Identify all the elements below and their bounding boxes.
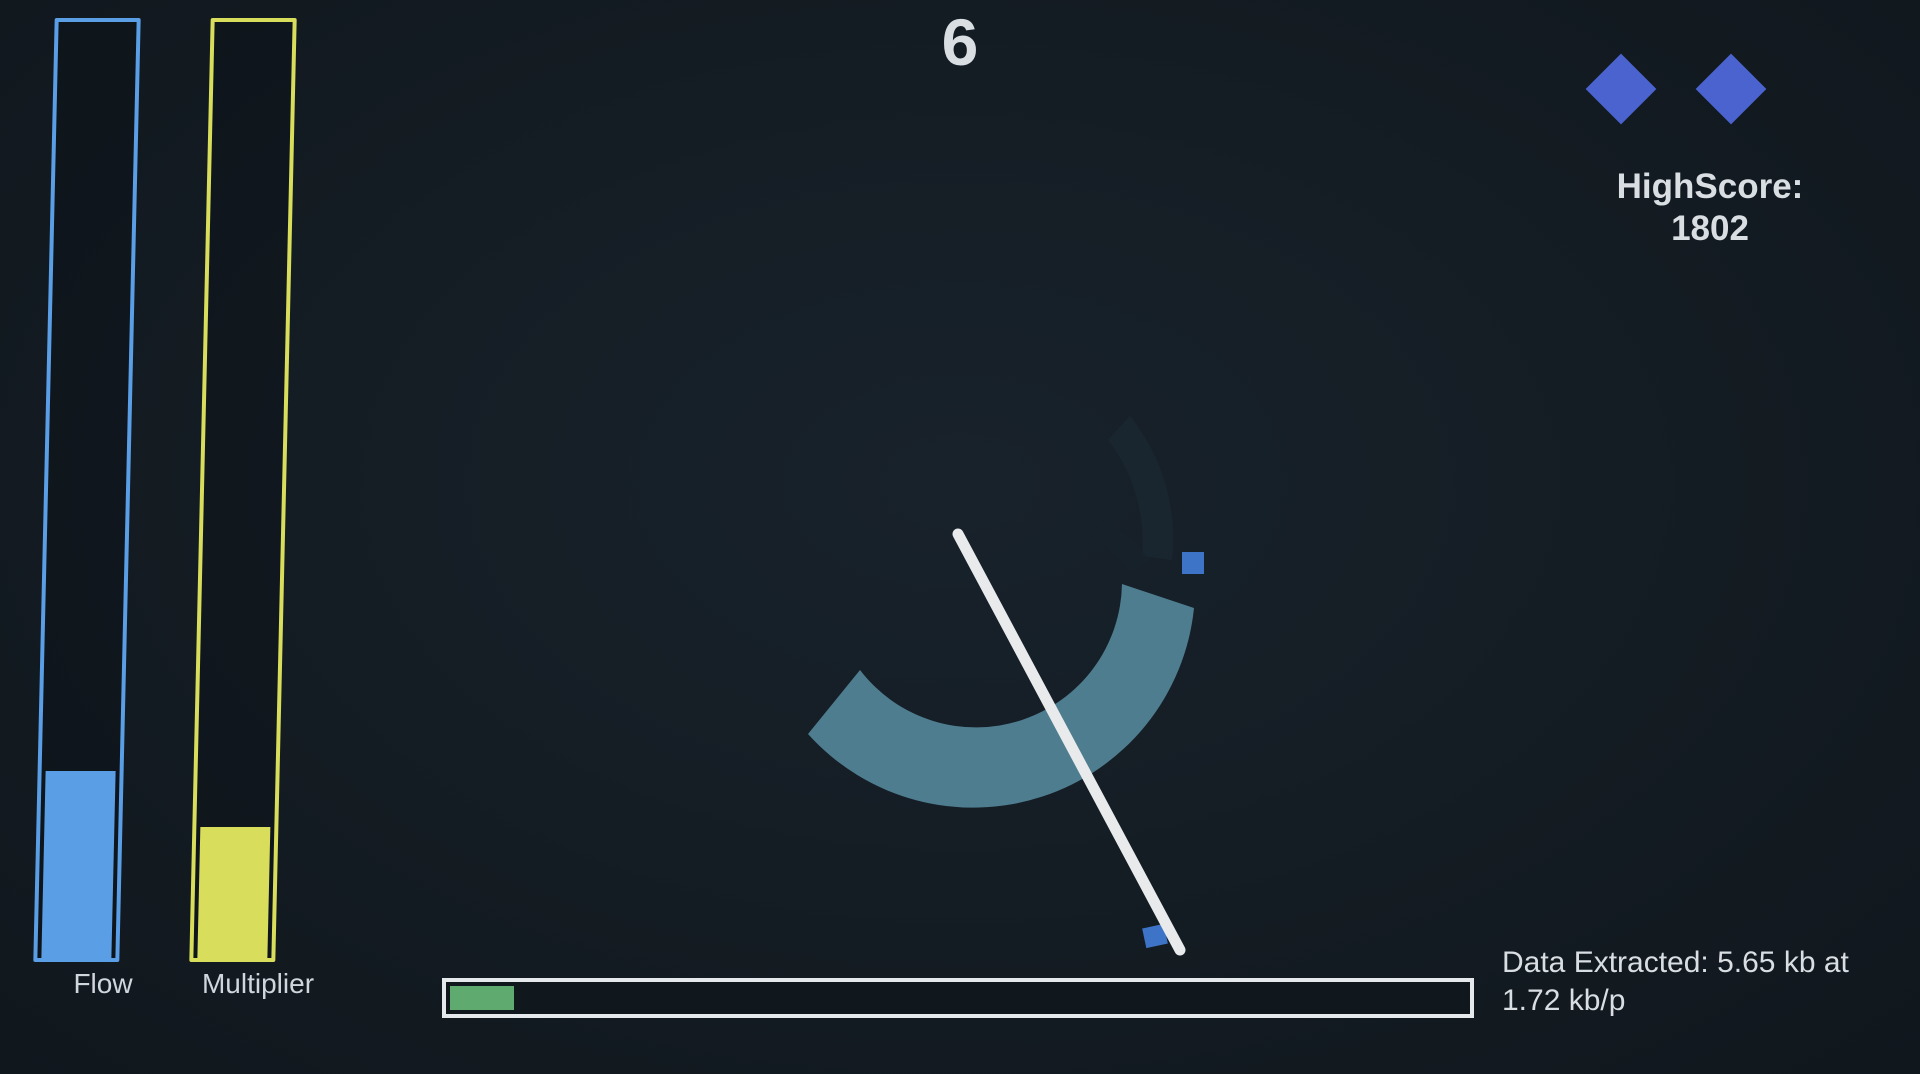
dim-arc-segment [1092, 520, 1150, 572]
data-extracted-line: Data Extracted: 5.65 kb at [1502, 946, 1849, 979]
data-extracted-text: Data Extracted: 5.65 kb at 1.72 kb/p [1502, 944, 1902, 1020]
game-screen: Flow Multiplier 6 HighScore: 1802 Data E… [0, 0, 1920, 1074]
extraction-progress-fill [450, 986, 514, 1010]
data-rate-line: 1.72 kb/p [1502, 984, 1626, 1017]
data-packet [1182, 552, 1204, 574]
extraction-progress-bar [442, 978, 1474, 1018]
playfield [808, 416, 1204, 956]
